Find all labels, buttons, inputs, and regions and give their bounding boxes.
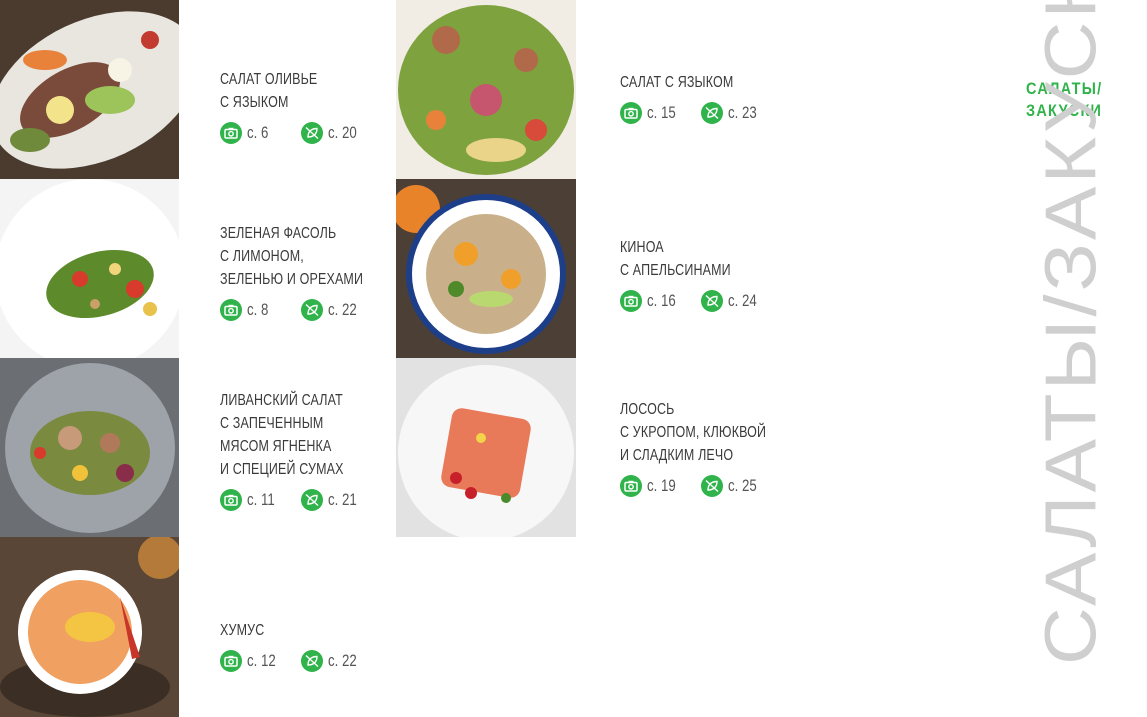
photo-page-link[interactable]: с. 11 — [220, 489, 287, 511]
recipe-page-link[interactable]: с. 22 — [301, 299, 368, 321]
vertical-category-title: САЛАТЫ/ЗАКУСКИ — [1030, 0, 1111, 665]
camera-icon — [620, 102, 642, 124]
photo-page-link[interactable]: с. 8 — [220, 299, 287, 321]
dish-title: ЛОСОСЬ С УКРОПОМ, КЛЮКВОЙ И СЛАДКИМ ЛЕЧО — [620, 401, 767, 464]
dish-green-beans[interactable]: ЗЕЛЕНАЯ ФАСОЛЬ С ЛИМОНОМ, ЗЕЛЕНЬЮ И ОРЕХ… — [220, 222, 403, 321]
dish-quinoa[interactable]: КИНОА С АПЕЛЬСИНАМИ с. 16 с. 24 — [620, 236, 782, 312]
dish-olivier-salad[interactable]: САЛАТ ОЛИВЬЕ С ЯЗЫКОМ с. 6 с. 20 — [220, 68, 382, 144]
leaf-crossed-icon — [701, 290, 723, 312]
photo-page-link[interactable]: с. 12 — [220, 650, 287, 672]
recipe-page-link[interactable]: с. 20 — [301, 122, 368, 144]
dish-tongue-salad[interactable]: САЛАТ С ЯЗЫКОМ с. 15 с. 23 — [620, 71, 782, 124]
photo-page-link[interactable]: с. 19 — [620, 475, 687, 497]
dish-title: КИНОА С АПЕЛЬСИНАМИ — [620, 239, 731, 279]
camera-icon — [220, 650, 242, 672]
recipe-page-link[interactable]: с. 23 — [701, 102, 768, 124]
dish-title: САЛАТ С ЯЗЫКОМ — [620, 74, 734, 91]
photo-lebanese-salad — [0, 358, 179, 537]
leaf-crossed-icon — [301, 299, 323, 321]
camera-icon — [220, 122, 242, 144]
dish-title: ХУМУС — [220, 622, 265, 639]
camera-icon — [220, 489, 242, 511]
photo-green-beans — [0, 179, 179, 358]
dish-hummus[interactable]: ХУМУС с. 12 с. 22 — [220, 619, 382, 672]
photo-hummus — [0, 537, 179, 717]
photo-tongue-salad — [396, 0, 576, 179]
recipe-page-link[interactable]: с. 24 — [701, 290, 768, 312]
camera-icon — [620, 475, 642, 497]
leaf-crossed-icon — [301, 122, 323, 144]
camera-icon — [220, 299, 242, 321]
recipe-page-link[interactable]: с. 25 — [701, 475, 768, 497]
leaf-crossed-icon — [301, 650, 323, 672]
photo-page-link[interactable]: с. 6 — [220, 122, 287, 144]
recipe-page-link[interactable]: с. 21 — [301, 489, 368, 511]
photo-quinoa — [396, 179, 576, 358]
dish-lebanese-salad[interactable]: ЛИВАНСКИЙ САЛАТ С ЗАПЕЧЕННЫМ МЯСОМ ЯГНЕН… — [220, 389, 382, 511]
photo-olivier-salad — [0, 0, 179, 179]
dish-title: САЛАТ ОЛИВЬЕ С ЯЗЫКОМ — [220, 71, 318, 111]
dish-title: ЛИВАНСКИЙ САЛАТ С ЗАПЕЧЕННЫМ МЯСОМ ЯГНЕН… — [220, 392, 344, 478]
camera-icon — [620, 290, 642, 312]
photo-page-link[interactable]: с. 15 — [620, 102, 687, 124]
leaf-crossed-icon — [301, 489, 323, 511]
leaf-crossed-icon — [701, 102, 723, 124]
dish-salmon[interactable]: ЛОСОСЬ С УКРОПОМ, КЛЮКВОЙ И СЛАДКИМ ЛЕЧО… — [620, 398, 807, 497]
photo-page-link[interactable]: с. 16 — [620, 290, 687, 312]
recipe-page-link[interactable]: с. 22 — [301, 650, 368, 672]
leaf-crossed-icon — [701, 475, 723, 497]
photo-salmon — [396, 358, 576, 537]
dish-title: ЗЕЛЕНАЯ ФАСОЛЬ С ЛИМОНОМ, ЗЕЛЕНЬЮ И ОРЕХ… — [220, 225, 364, 288]
